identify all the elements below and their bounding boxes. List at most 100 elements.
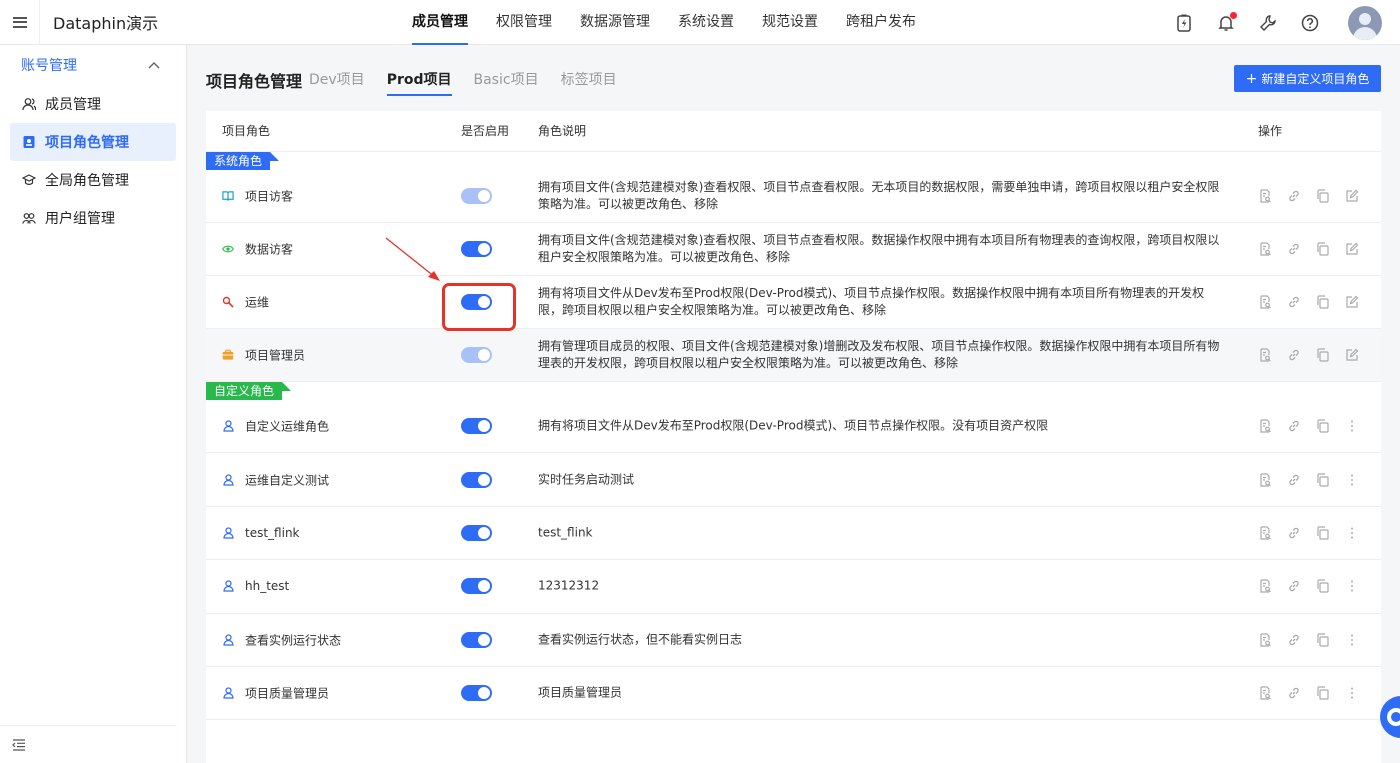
copy-icon[interactable]	[1315, 578, 1331, 594]
view-details-icon[interactable]	[1257, 188, 1273, 204]
view-details-icon[interactable]	[1257, 685, 1273, 701]
new-custom-role-label: 新建自定义项目角色	[1261, 72, 1370, 86]
edit-icon[interactable]	[1344, 241, 1360, 257]
tab-tag-project[interactable]: 标签项目	[561, 67, 617, 96]
column-header-description: 角色说明	[538, 124, 587, 138]
enable-toggle[interactable]	[461, 241, 492, 257]
view-details-icon[interactable]	[1257, 472, 1273, 488]
nav-datasource-management[interactable]: 数据源管理	[566, 0, 664, 45]
copy-icon[interactable]	[1315, 241, 1331, 257]
more-icon[interactable]	[1344, 418, 1360, 434]
sidebar-item-members[interactable]: 成员管理	[10, 85, 176, 123]
copy-icon[interactable]	[1315, 525, 1331, 541]
table-row: hh_test 12312312	[206, 560, 1381, 614]
enable-toggle[interactable]	[461, 188, 492, 204]
view-details-icon[interactable]	[1257, 347, 1273, 363]
user-icon	[222, 580, 234, 592]
edit-icon[interactable]	[1344, 347, 1360, 363]
column-header-role: 项目角色	[222, 124, 271, 138]
enable-toggle[interactable]	[461, 471, 492, 488]
eye-icon	[222, 243, 234, 255]
role-name: test_flink	[245, 525, 300, 540]
users-icon	[22, 97, 36, 111]
enable-toggle[interactable]	[461, 418, 492, 435]
link-icon[interactable]	[1286, 418, 1302, 434]
user-icon	[222, 687, 234, 699]
edit-icon[interactable]	[1344, 294, 1360, 310]
link-icon[interactable]	[1286, 472, 1302, 488]
table-row: 项目质量管理员 项目质量管理员	[206, 667, 1381, 721]
view-details-icon[interactable]	[1257, 241, 1273, 257]
help-icon[interactable]	[1300, 13, 1320, 33]
view-details-icon[interactable]	[1257, 632, 1273, 648]
more-icon[interactable]	[1344, 525, 1360, 541]
link-icon[interactable]	[1286, 685, 1302, 701]
table-row: 项目管理员 拥有管理项目成员的权限、项目文件(含规范建模对象)增删改及发布权限、…	[206, 329, 1381, 382]
copy-icon[interactable]	[1315, 418, 1331, 434]
copy-icon[interactable]	[1315, 347, 1331, 363]
copy-icon[interactable]	[1315, 632, 1331, 648]
view-details-icon[interactable]	[1257, 578, 1273, 594]
nav-standard-settings[interactable]: 规范设置	[748, 0, 832, 45]
nav-system-settings[interactable]: 系统设置	[664, 0, 748, 45]
sidebar-item-project-roles[interactable]: 项目角色管理	[10, 123, 176, 161]
user-icon	[222, 527, 234, 539]
role-description: 拥有将项目文件从Dev发布至Prod权限(Dev-Prod模式)、项目节点操作权…	[538, 286, 1205, 317]
hamburger-icon	[12, 16, 27, 28]
view-details-icon[interactable]	[1257, 418, 1273, 434]
sidebar-item-user-groups[interactable]: 用户组管理	[10, 199, 176, 237]
enable-toggle[interactable]	[461, 347, 492, 363]
enable-toggle[interactable]	[461, 631, 492, 648]
sidebar-item-global-roles[interactable]: 全局角色管理	[10, 161, 176, 199]
row-actions	[1257, 241, 1360, 257]
row-actions	[1257, 578, 1360, 594]
link-icon[interactable]	[1286, 294, 1302, 310]
link-icon[interactable]	[1286, 188, 1302, 204]
link-icon[interactable]	[1286, 525, 1302, 541]
enable-toggle[interactable]	[461, 524, 492, 541]
annotation-highlight-box	[442, 283, 516, 331]
nav-cross-tenant-publish[interactable]: 跨租户发布	[832, 0, 930, 45]
view-details-icon[interactable]	[1257, 525, 1273, 541]
link-icon[interactable]	[1286, 578, 1302, 594]
nav-permission-management[interactable]: 权限管理	[482, 0, 566, 45]
user-avatar[interactable]	[1348, 5, 1382, 40]
more-icon[interactable]	[1344, 578, 1360, 594]
enable-toggle[interactable]	[461, 685, 492, 702]
nav-member-management[interactable]: 成员管理	[398, 0, 482, 45]
tab-prod-project[interactable]: Prod项目	[386, 67, 452, 96]
more-icon[interactable]	[1344, 632, 1360, 648]
book-icon	[222, 190, 234, 202]
tab-dev-project[interactable]: Dev项目	[309, 67, 365, 96]
main-panel: 项目角色管理 Dev项目 Prod项目 Basic项目 标签项目 + 新建自定义…	[187, 45, 1400, 763]
bell-icon[interactable]	[1216, 11, 1237, 33]
sidebar-item-label: 用户组管理	[45, 211, 115, 227]
edit-icon[interactable]	[1344, 188, 1360, 204]
more-icon[interactable]	[1344, 472, 1360, 488]
custom-roles-tag: 自定义角色	[206, 382, 292, 400]
copy-icon[interactable]	[1315, 472, 1331, 488]
row-actions	[1257, 685, 1360, 701]
tools-icon[interactable]	[1258, 13, 1278, 33]
row-actions	[1257, 418, 1360, 434]
table-row: 运维自定义测试 实时任务启动测试	[206, 453, 1381, 507]
graduation-cap-icon	[22, 173, 36, 187]
sidebar-group-account[interactable]: 账号管理	[0, 45, 186, 85]
id-card-icon	[22, 135, 36, 149]
new-custom-role-button[interactable]: + 新建自定义项目角色	[1234, 65, 1381, 92]
menu-toggle-button[interactable]	[0, 0, 40, 45]
view-details-icon[interactable]	[1257, 294, 1273, 310]
role-description: 拥有项目文件(含规范建模对象)查看权限、项目节点查看权限。数据操作权限中拥有本项…	[538, 233, 1220, 264]
link-icon[interactable]	[1286, 241, 1302, 257]
link-icon[interactable]	[1286, 347, 1302, 363]
collapse-sidebar-button[interactable]	[0, 725, 176, 763]
copy-icon[interactable]	[1315, 294, 1331, 310]
tab-basic-project[interactable]: Basic项目	[474, 67, 539, 96]
enable-toggle[interactable]	[461, 578, 492, 595]
battery-bolt-icon[interactable]	[1174, 13, 1194, 33]
copy-icon[interactable]	[1315, 685, 1331, 701]
column-header-actions: 操作	[1258, 124, 1283, 138]
link-icon[interactable]	[1286, 632, 1302, 648]
copy-icon[interactable]	[1315, 188, 1331, 204]
more-icon[interactable]	[1344, 685, 1360, 701]
